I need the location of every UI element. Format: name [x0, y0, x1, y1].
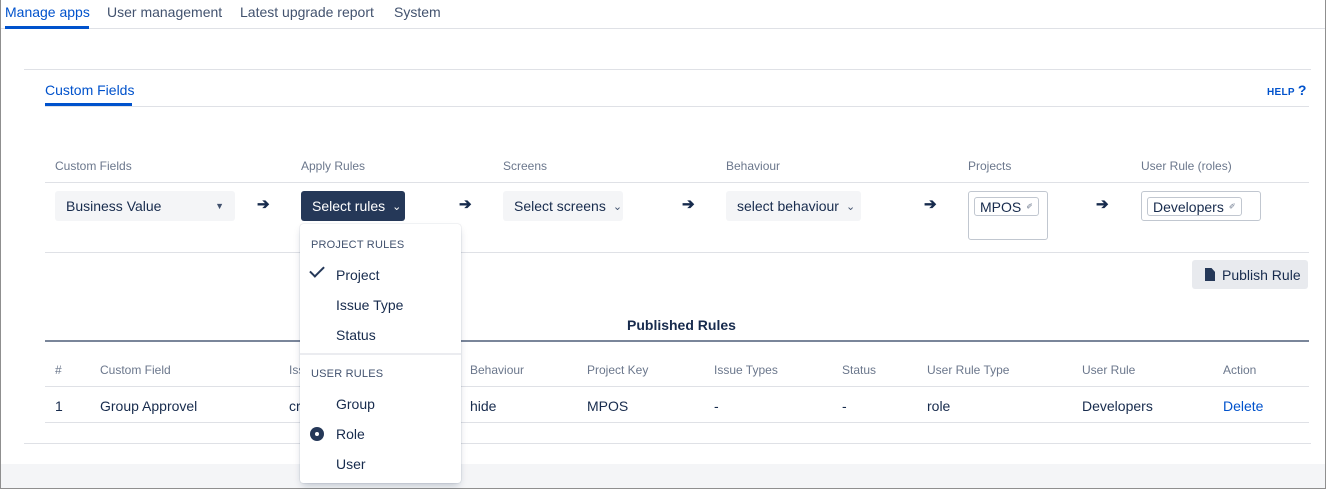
panel-top-border [24, 69, 1311, 70]
cell-status: - [842, 398, 847, 414]
cell-user-rule-type: role [927, 398, 951, 414]
arrow-right-icon: ➔ [1096, 196, 1109, 213]
arrow-right-icon: ➔ [257, 196, 270, 213]
help-link[interactable]: HELP? [1267, 82, 1307, 98]
project-rules-heading: PROJECT RULES [311, 239, 405, 251]
publish-rule-button[interactable]: Publish Rule [1192, 260, 1308, 289]
header-user-rule: User Rule (roles) [1141, 159, 1232, 173]
table-header: User Rule [1082, 363, 1136, 377]
menu-item-issue-type[interactable]: Issue Type [300, 290, 461, 320]
header-apply-rules: Apply Rules [301, 159, 366, 173]
custom-field-value: Business Value [66, 198, 162, 214]
header-projects: Projects [968, 159, 1012, 173]
menu-item-project[interactable]: Project [300, 260, 461, 290]
user-rule-multiselect[interactable]: Developers ✐ [1141, 191, 1261, 221]
menu-item-label: Group [336, 396, 375, 412]
cell-user-rule: Developers [1082, 398, 1153, 414]
menu-item-label: User [336, 456, 366, 472]
radio-selected-icon [310, 427, 324, 441]
table-header: # [55, 363, 62, 377]
panel-bottom-border [24, 443, 1311, 444]
menu-item-label: Project [336, 267, 380, 283]
tab-manage-apps[interactable]: Manage apps [5, 4, 90, 20]
chevron-down-icon: ⌄ [392, 200, 402, 213]
cell-issue-types: - [714, 398, 719, 414]
remove-chip-icon[interactable]: ✐ [1026, 202, 1033, 211]
menu-item-role[interactable]: Role [300, 419, 461, 449]
cell-number: 1 [55, 398, 63, 414]
behaviour-label: select behaviour [737, 198, 839, 214]
menu-item-label: Issue Type [336, 297, 404, 313]
form-row-divider [45, 252, 1309, 253]
table-header: Action [1223, 363, 1257, 377]
custom-field-select[interactable]: Business Value ▼ [55, 191, 235, 221]
table-header-divider [45, 386, 1309, 387]
menu-item-status[interactable]: Status [300, 320, 461, 350]
table-header: User Rule Type [927, 363, 1010, 377]
user-rule-chip: Developers ✐ [1147, 197, 1242, 216]
menu-item-label: Role [336, 426, 365, 442]
arrow-right-icon: ➔ [459, 196, 472, 213]
help-label: HELP [1267, 87, 1295, 98]
header-screens: Screens [503, 159, 548, 173]
menu-item-user[interactable]: User [300, 449, 461, 479]
table-header: Behaviour [470, 363, 525, 377]
published-title-divider [45, 340, 1309, 342]
main-content: Custom Fields HELP? Custom Fields Apply … [1, 29, 1325, 464]
tab-system[interactable]: System [394, 4, 441, 20]
checkmark-icon [309, 262, 325, 278]
published-rules-title: Published Rules [627, 317, 736, 333]
chevron-down-icon: ⌄ [845, 200, 856, 213]
header-custom-fields: Custom Fields [55, 159, 132, 173]
tab-latest-upgrade-report[interactable]: Latest upgrade report [240, 4, 374, 20]
footer-band [1, 464, 1325, 488]
top-nav: Manage apps User management Latest upgra… [1, 0, 1325, 29]
tab-user-management[interactable]: User management [107, 4, 222, 20]
screens-label: Select screens [514, 198, 606, 214]
cell-behaviour: hide [470, 398, 497, 414]
arrow-right-icon: ➔ [682, 196, 695, 213]
table-header: Status [842, 363, 877, 377]
cell-project-key: MPOS [587, 398, 629, 414]
menu-item-label: Status [336, 327, 376, 343]
user-rule-chip-label: Developers [1153, 198, 1224, 215]
document-icon [1205, 268, 1215, 281]
subtab-divider [45, 106, 1309, 107]
menu-separator [300, 353, 461, 355]
projects-multiselect[interactable]: MPOS ✐ [968, 191, 1048, 240]
table-header: Custom Field [100, 363, 171, 377]
cell-custom-field: Group Approvel [100, 398, 198, 414]
apply-rules-select[interactable]: Select rules ⌄ [301, 191, 405, 221]
apply-rules-dropdown: PROJECT RULES Project Issue Type Status … [300, 224, 461, 483]
help-icon: ? [1297, 82, 1307, 98]
arrow-right-icon: ➔ [924, 196, 937, 213]
tab-custom-fields[interactable]: Custom Fields [45, 82, 134, 98]
table-row-divider [45, 422, 1309, 423]
chevron-down-icon: ⌄ [612, 200, 623, 213]
remove-chip-icon[interactable]: ✐ [1229, 202, 1236, 211]
publish-rule-label: Publish Rule [1222, 266, 1301, 283]
user-rules-heading: USER RULES [311, 368, 384, 380]
delete-link[interactable]: Delete [1223, 398, 1263, 414]
header-behaviour: Behaviour [726, 159, 781, 173]
screens-select[interactable]: Select screens ⌄ [503, 191, 623, 221]
table-header: Issue Types [714, 363, 778, 377]
project-chip-label: MPOS [980, 198, 1022, 215]
project-chip: MPOS ✐ [974, 197, 1039, 216]
table-header: Project Key [587, 363, 649, 377]
caret-down-icon: ▼ [215, 201, 224, 211]
form-header-divider [45, 182, 1309, 183]
apply-rules-label: Select rules [312, 198, 386, 214]
behaviour-select[interactable]: select behaviour ⌄ [726, 191, 861, 221]
menu-item-group[interactable]: Group [300, 389, 461, 419]
